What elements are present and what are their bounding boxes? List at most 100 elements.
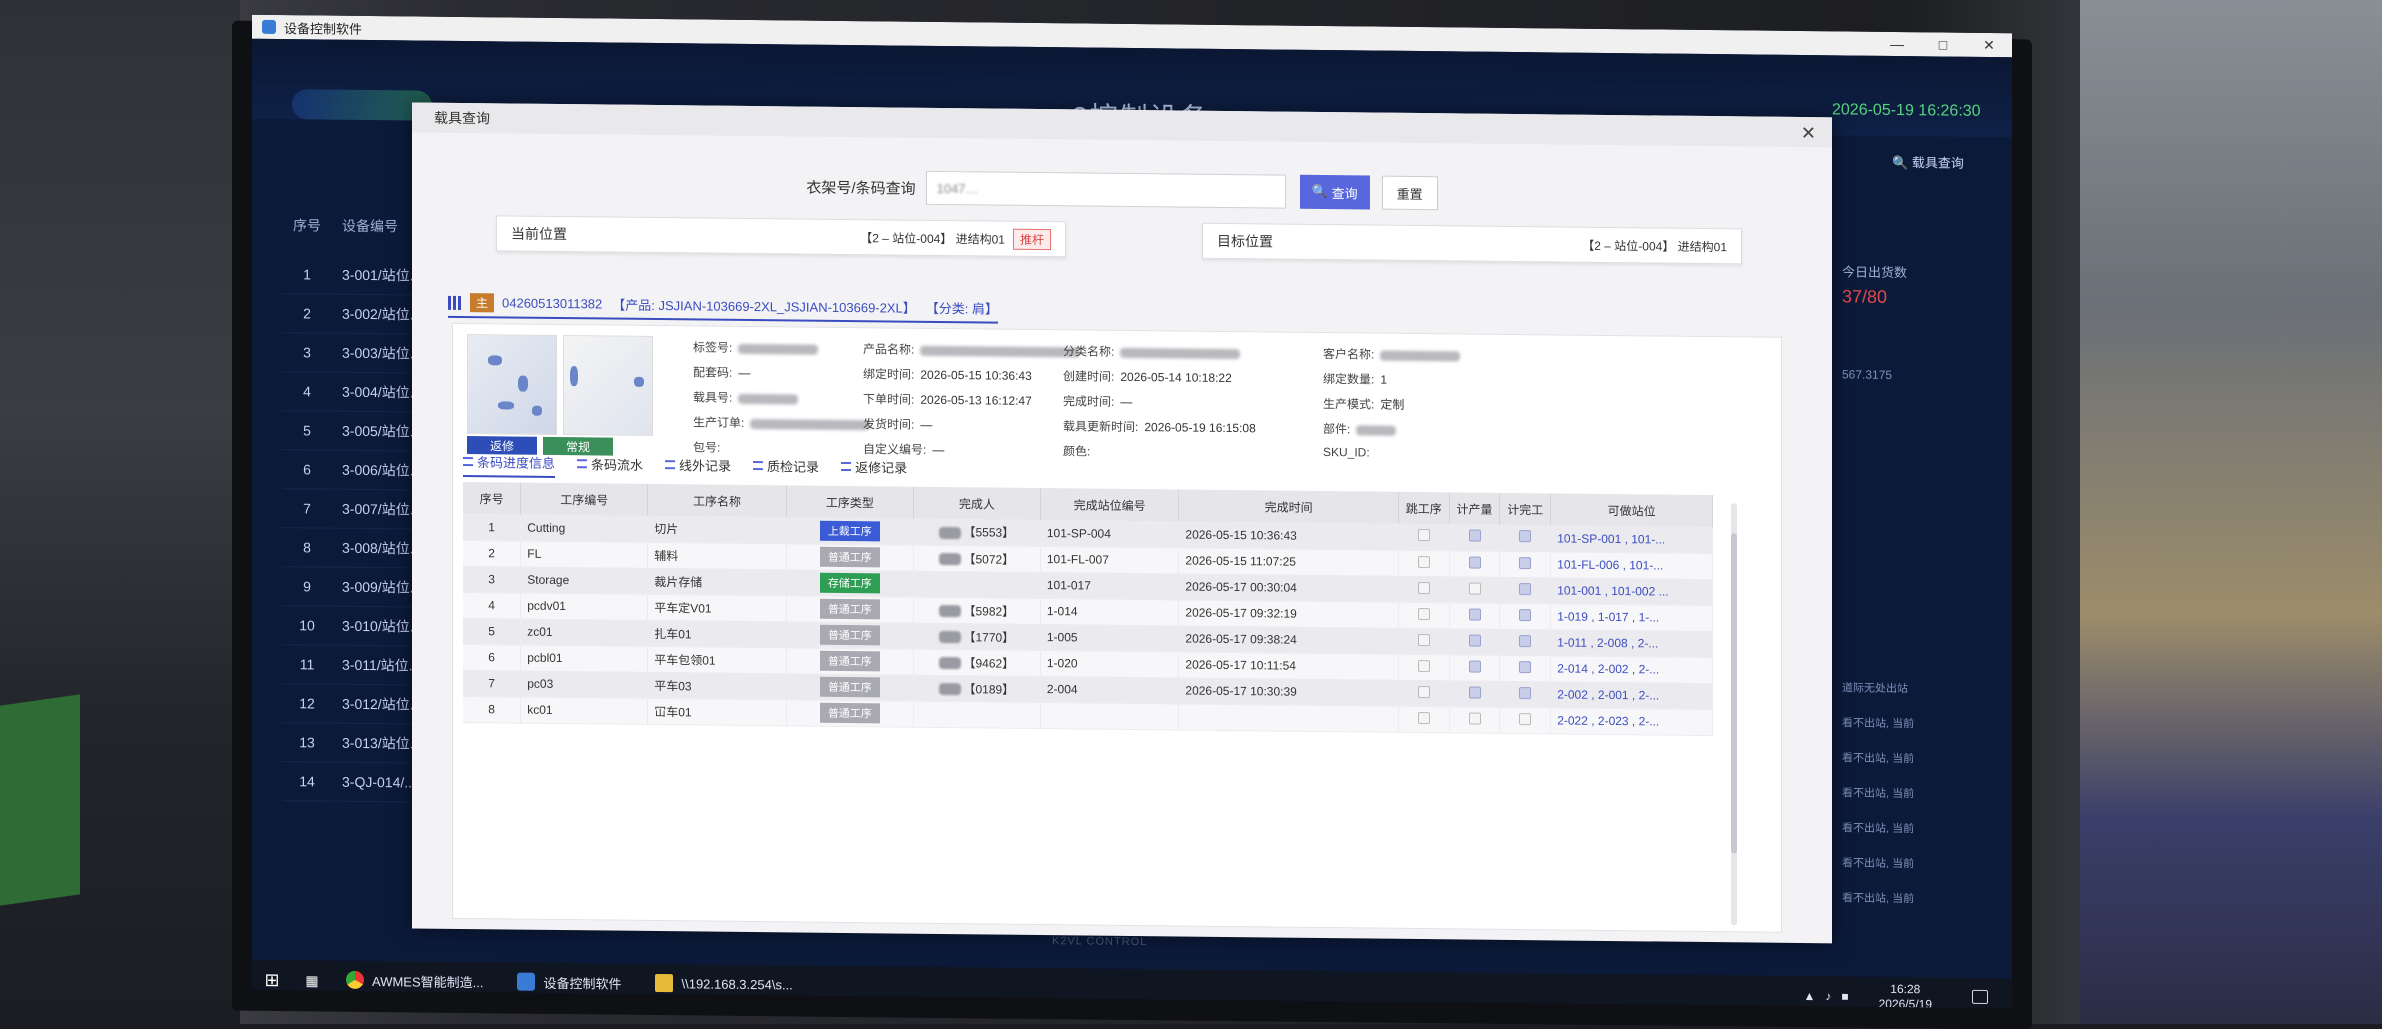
search-input[interactable]: 1047… — [925, 170, 1286, 209]
col-skip: 跳工序 — [1398, 491, 1450, 525]
carrier-info-panel: 返修 常规 标签号: 配套码: — 载具号: 生产订单: 包号: 产品名称: 绑定… — [452, 322, 1782, 933]
modal-close-icon[interactable]: ✕ — [1801, 123, 1816, 144]
modal-title: 载具查询 — [434, 109, 490, 127]
field-bind-time: 绑定时间: 2026-05-15 10:36:43 — [863, 365, 1032, 384]
tab-rework[interactable]: 返修记录 — [841, 456, 907, 482]
skip-checkbox[interactable] — [1417, 659, 1430, 672]
count-checkbox[interactable] — [1468, 608, 1481, 621]
worker-avatar — [939, 605, 962, 618]
table-scrollbar[interactable] — [1731, 503, 1737, 926]
skip-checkbox[interactable] — [1417, 711, 1430, 724]
carrier-summary: 主 04260513011382 【产品: JSJIAN-103669-2XL_… — [448, 292, 998, 324]
cell-time: 2026-05-15 11:07:25 — [1178, 547, 1399, 576]
skip-checkbox[interactable] — [1417, 529, 1430, 542]
col-available: 可做站位 — [1550, 493, 1713, 528]
cell-type: 上裁工序 — [786, 517, 914, 545]
product-image-pattern[interactable] — [563, 335, 653, 436]
cell-type: 普通工序 — [786, 621, 914, 649]
cell-no: 7 — [463, 669, 521, 697]
cell-name: 平车03 — [647, 671, 787, 700]
process-type-badge: 上裁工序 — [819, 520, 880, 542]
cell-worker — [913, 570, 1041, 599]
tray-volume-icon[interactable]: ♪ — [1825, 989, 1831, 1003]
cell-no: 1 — [463, 513, 521, 541]
close-window-icon[interactable]: ✕ — [1966, 33, 2012, 57]
count-checkbox[interactable] — [1468, 660, 1481, 673]
done-checkbox[interactable] — [1519, 582, 1532, 595]
cell-worker: 【0189】 — [913, 674, 1041, 703]
process-type-badge: 普通工序 — [819, 702, 880, 724]
carrier-search-link-label: 载具查询 — [1911, 155, 1964, 171]
done-checkbox[interactable] — [1519, 686, 1532, 699]
dashboard-log: 道际无处出站 看不出站, 当前 看不出站, 当前 看不出站, 当前 看不出站, 当前 看不… — [1842, 671, 2012, 918]
tray-ime-icon[interactable]: ■ — [1841, 989, 1848, 1003]
tray-clock[interactable]: 16:28 2026/5/19 — [1879, 982, 1932, 1008]
field-prod-mode-value: 定制 — [1380, 397, 1405, 412]
cell-available: 1-011 , 2-008 , 2-... — [1550, 629, 1713, 658]
cell-no: 5 — [463, 617, 521, 645]
carrier-search-link[interactable]: 🔍 载具查询 — [1892, 152, 1964, 172]
process-type-badge: 普通工序 — [819, 546, 880, 568]
product-images: 返修 常规 — [467, 334, 657, 456]
cell-available: 2-014 , 2-002 , 2-... — [1550, 655, 1713, 684]
detail-tabs: 条码进度信息 条码流水 线外记录 质检记录 返修记录 — [463, 451, 929, 482]
tab-qc-label: 质检记录 — [767, 459, 820, 475]
table-scrollbar-thumb[interactable] — [1731, 533, 1737, 854]
cell-count — [1449, 706, 1500, 733]
done-checkbox[interactable] — [1519, 712, 1532, 725]
product-image-front[interactable] — [467, 334, 557, 435]
count-checkbox[interactable] — [1468, 712, 1481, 725]
skip-checkbox[interactable] — [1417, 607, 1430, 620]
count-checkbox[interactable] — [1468, 634, 1481, 647]
search-button[interactable]: 🔍 查询 — [1299, 174, 1370, 210]
skip-checkbox[interactable] — [1417, 581, 1430, 594]
count-checkbox[interactable] — [1468, 529, 1481, 542]
tab-flow[interactable]: 条码流水 — [577, 453, 643, 479]
count-checkbox[interactable] — [1468, 582, 1481, 595]
count-checkbox[interactable] — [1468, 686, 1481, 699]
maximize-icon[interactable]: □ — [1920, 32, 1966, 56]
cell-station: 101-FL-007 — [1040, 546, 1179, 574]
done-checkbox[interactable] — [1519, 608, 1532, 621]
skip-checkbox[interactable] — [1417, 555, 1430, 568]
device-row-no: 4 — [303, 383, 311, 400]
count-checkbox[interactable] — [1468, 556, 1481, 569]
worker-avatar — [939, 553, 962, 566]
cell-time: 2026-05-17 09:38:24 — [1178, 625, 1399, 654]
field-create-time-value: 2026-05-14 10:18:22 — [1120, 369, 1232, 386]
field-match-code-value: — — [738, 365, 751, 381]
tab-qc[interactable]: 质检记录 — [753, 455, 819, 481]
skip-checkbox[interactable] — [1417, 685, 1430, 698]
notification-icon[interactable] — [1972, 989, 1988, 1004]
tab-offline[interactable]: 线外记录 — [665, 454, 731, 480]
minimize-icon[interactable]: — — [1874, 32, 1920, 56]
cell-worker: 【5982】 — [913, 596, 1041, 625]
tray-network-icon[interactable]: ▲ — [1803, 989, 1815, 1003]
field-tag-no: 标签号: — [693, 338, 819, 356]
field-carrier-update-value: 2026-05-19 16:15:08 — [1144, 420, 1256, 436]
device-row-no: 13 — [299, 734, 315, 751]
field-category-name: 分类名称: — [1063, 342, 1241, 361]
done-checkbox[interactable] — [1519, 556, 1532, 569]
skip-checkbox[interactable] — [1417, 633, 1430, 646]
tab-progress[interactable]: 条码进度信息 — [463, 451, 556, 478]
field-finish-time-label: 完成时间: — [1063, 394, 1115, 409]
done-checkbox[interactable] — [1519, 634, 1532, 647]
device-row-no: 1 — [303, 266, 311, 283]
tab-offline-label: 线外记录 — [679, 458, 732, 474]
field-tag-no-label: 标签号: — [693, 340, 733, 355]
field-create-time: 创建时间: 2026-05-14 10:18:22 — [1063, 367, 1232, 386]
cell-available: 101-SP-001 , 101-... — [1550, 525, 1713, 554]
field-match-code: 配套码: — — [693, 363, 750, 381]
reset-button[interactable]: 重置 — [1381, 175, 1438, 211]
app-icon — [262, 19, 276, 35]
cell-name: 平车包领01 — [647, 645, 787, 674]
app-taskbar-icon — [517, 972, 536, 991]
cell-name: 辅料 — [647, 541, 787, 570]
process-table: 序号 工序编号 工序名称 工序类型 完成人 完成站位编号 完成时间 跳工序 计产… — [463, 481, 1713, 736]
current-position-title: 当前位置 — [511, 225, 567, 243]
done-checkbox[interactable] — [1519, 530, 1532, 543]
done-checkbox[interactable] — [1519, 660, 1532, 673]
device-row-no: 14 — [299, 773, 315, 790]
cell-type: 普通工序 — [786, 699, 914, 727]
